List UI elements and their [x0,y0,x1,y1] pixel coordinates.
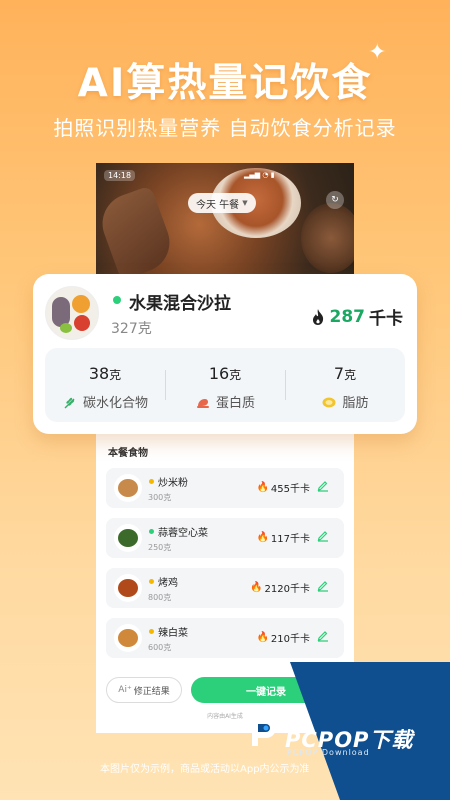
pcpop-logo-icon [252,718,276,746]
watermark-banner [290,662,450,800]
disclaimer: 本图片仅为示例，商品或活动以App内公示为准 [100,764,310,775]
watermark-sub: PCPOP Download [287,748,370,757]
